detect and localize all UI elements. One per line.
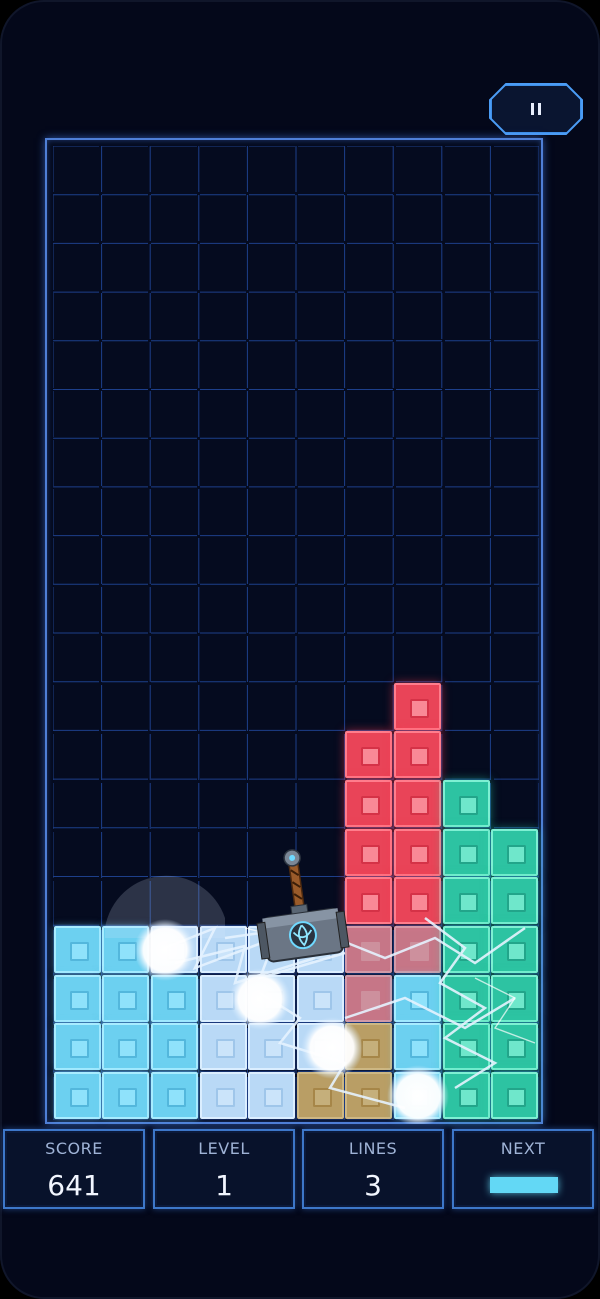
block-cell — [345, 731, 393, 779]
score-panel: SCORE 641 — [3, 1129, 145, 1209]
block-cell — [394, 1023, 441, 1071]
block-cell — [442, 1023, 490, 1071]
level-panel: LEVEL 1 — [153, 1129, 295, 1209]
block-cell — [248, 926, 296, 973]
lines-value: 3 — [364, 1169, 382, 1202]
block-cell — [199, 974, 247, 1022]
block-cell — [394, 1072, 441, 1120]
block-cell — [394, 877, 441, 925]
block-cell — [345, 974, 393, 1022]
block-cell — [102, 974, 150, 1022]
block-cell — [248, 974, 296, 1022]
game-board[interactable] — [45, 138, 543, 1124]
lines-label: LINES — [348, 1139, 398, 1158]
next-piece-preview — [490, 1177, 558, 1193]
block-cell — [394, 682, 441, 730]
block-cell — [53, 926, 101, 973]
block-cell — [491, 1072, 539, 1120]
block-cell — [296, 1023, 344, 1071]
block-cell — [442, 779, 490, 827]
level-value: 1 — [215, 1169, 233, 1202]
block-cell — [491, 877, 539, 925]
block-cell — [151, 926, 198, 973]
block-cell — [53, 974, 101, 1022]
block-cell — [199, 1072, 247, 1120]
block-cell — [345, 1072, 393, 1120]
block-cell — [491, 828, 539, 876]
block-cell — [102, 1072, 150, 1120]
pause-icon — [531, 103, 541, 115]
block-cell — [491, 926, 539, 973]
block-cell — [442, 1072, 490, 1120]
block-cell — [442, 926, 490, 973]
block-cell — [345, 877, 393, 925]
block-cell — [151, 1023, 198, 1071]
block-cell — [296, 1072, 344, 1120]
block-cell — [53, 1072, 101, 1120]
block-cell — [345, 1023, 393, 1071]
block-cell — [296, 926, 344, 973]
block-cell — [296, 974, 344, 1022]
score-label: SCORE — [45, 1139, 103, 1158]
block-cell — [151, 974, 198, 1022]
block-cell — [345, 779, 393, 827]
next-panel: NEXT — [452, 1129, 594, 1209]
block-cell — [345, 828, 393, 876]
block-cell — [199, 1023, 247, 1071]
block-cell — [345, 926, 393, 973]
game-screen: SCORE 641 LEVEL 1 LINES 3 NEXT — [0, 0, 600, 1299]
block-cell — [394, 731, 441, 779]
block-cell — [102, 1023, 150, 1071]
block-cell — [394, 926, 441, 973]
block-cell — [394, 974, 441, 1022]
block-cell — [394, 779, 441, 827]
block-cell — [442, 877, 490, 925]
board-grid — [53, 146, 539, 1120]
block-cell — [199, 926, 247, 973]
block-cell — [394, 828, 441, 876]
block-cell — [53, 1023, 101, 1071]
block-cell — [248, 1023, 296, 1071]
score-value: 641 — [47, 1169, 101, 1202]
level-label: LEVEL — [198, 1139, 250, 1158]
block-cell — [491, 974, 539, 1022]
block-cell — [248, 1072, 296, 1120]
block-cell — [151, 1072, 198, 1120]
pause-button[interactable] — [490, 84, 582, 134]
block-cell — [442, 974, 490, 1022]
next-label: NEXT — [500, 1139, 546, 1158]
lines-panel: LINES 3 — [302, 1129, 444, 1209]
block-cell — [102, 926, 150, 973]
block-cell — [491, 1023, 539, 1071]
block-cell — [442, 828, 490, 876]
